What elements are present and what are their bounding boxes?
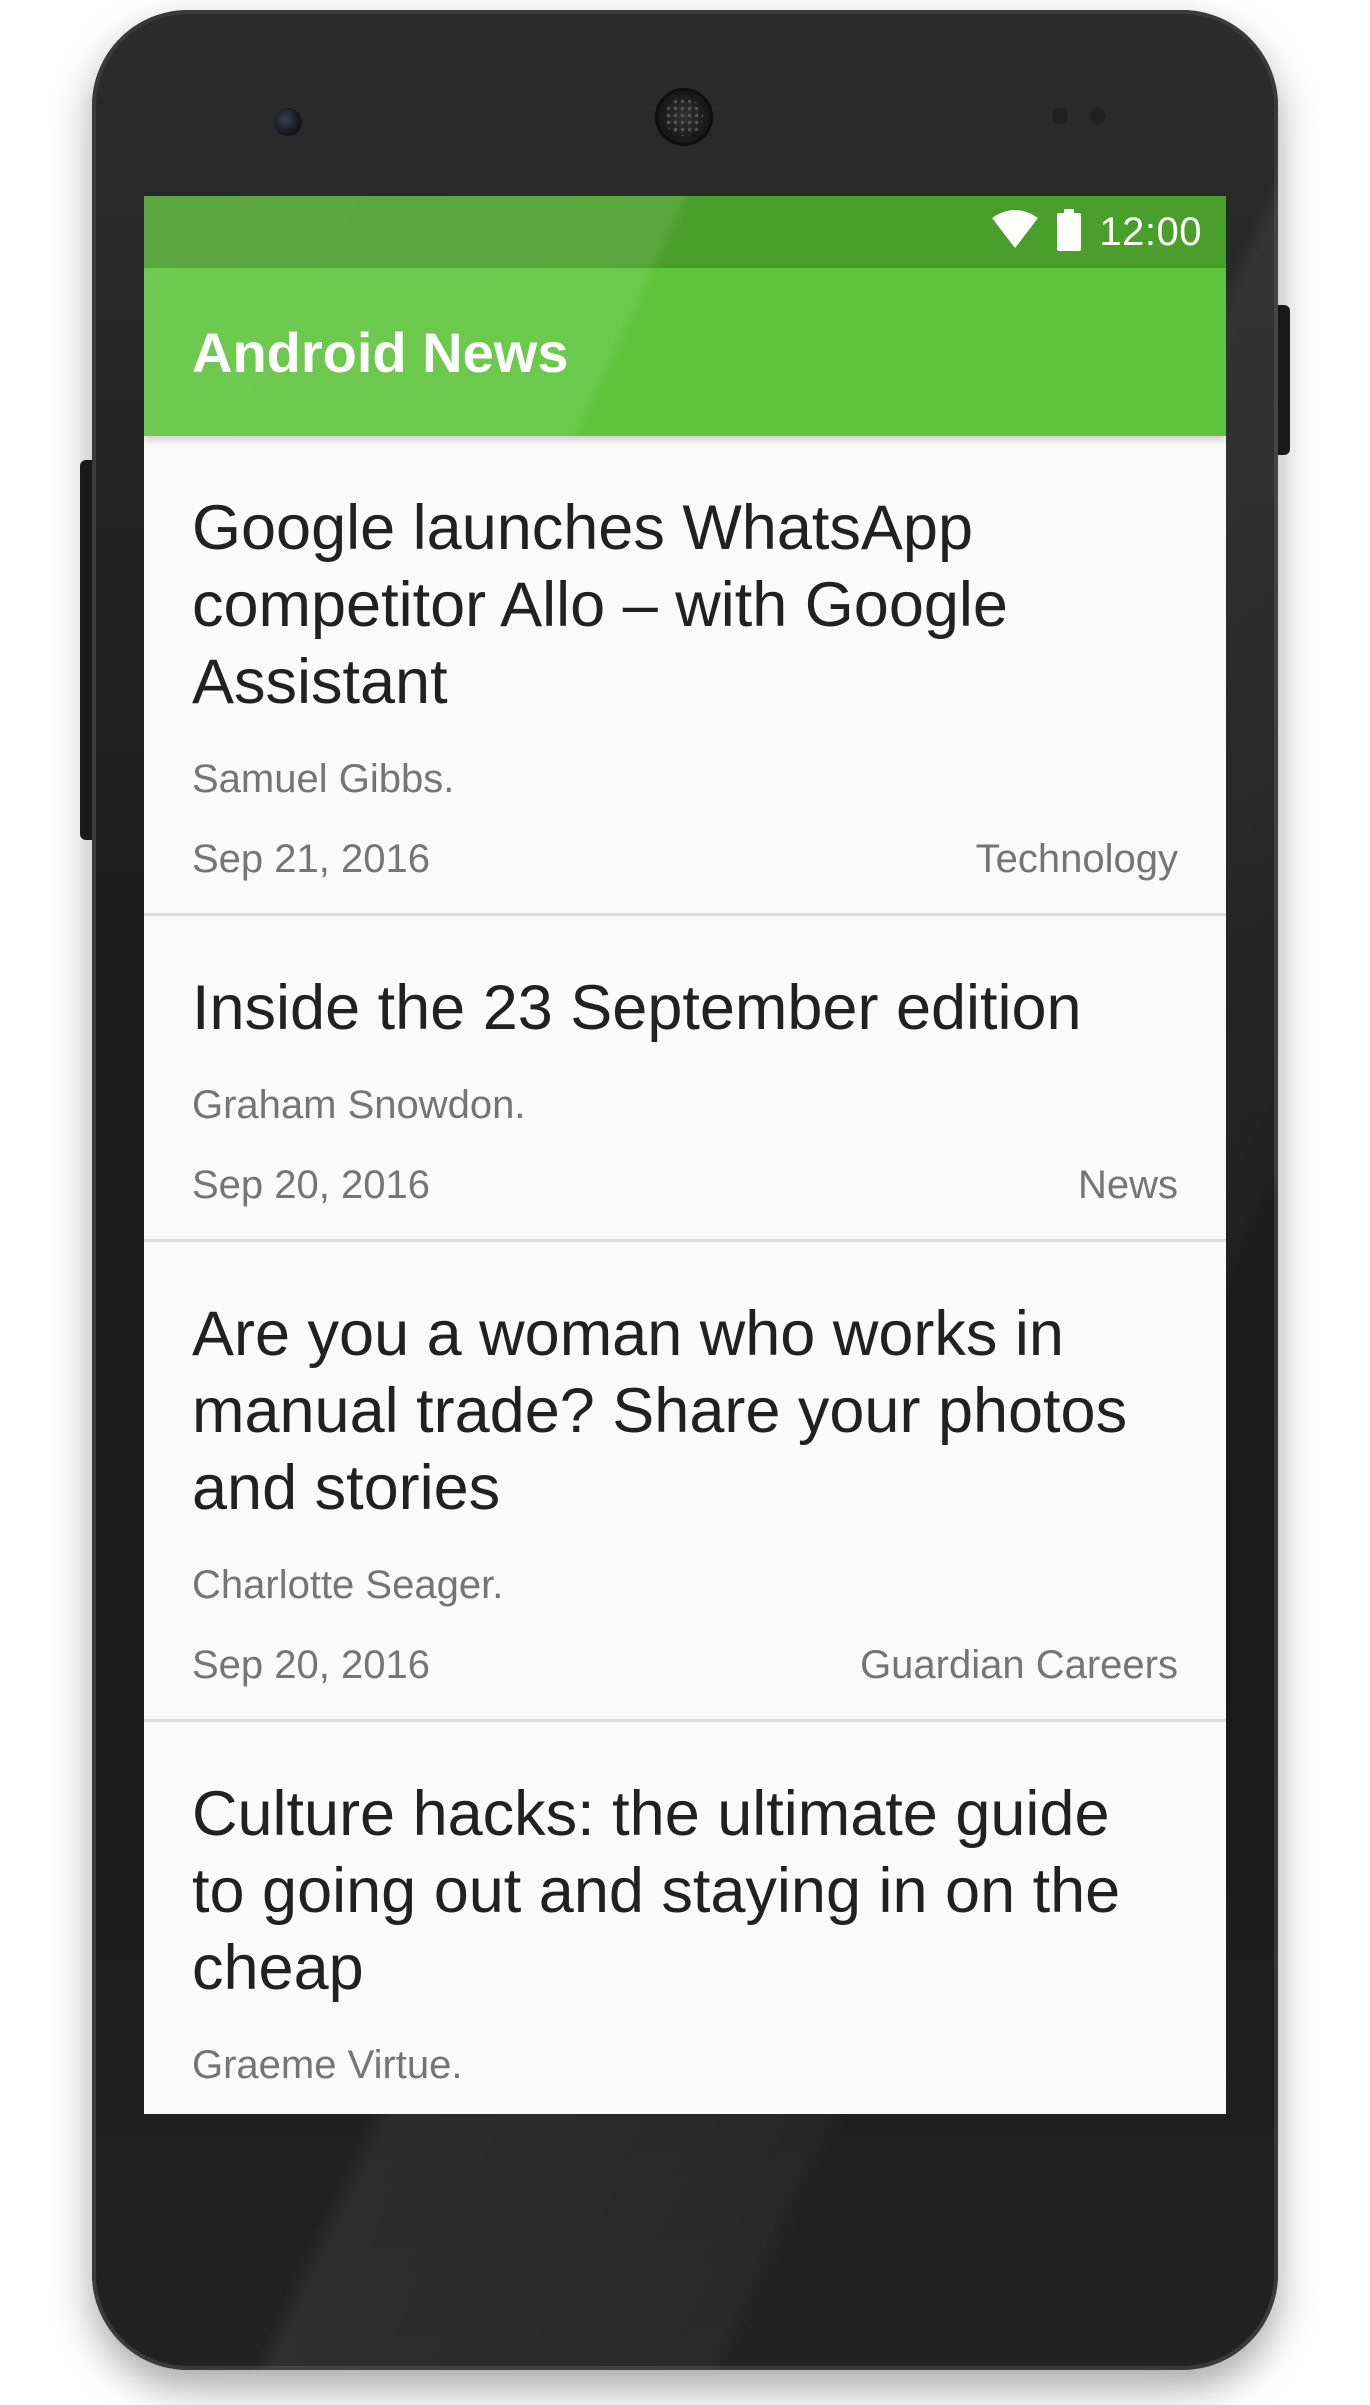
- power-button[interactable]: [1276, 305, 1290, 455]
- news-item[interactable]: Are you a woman who works in manual trad…: [144, 1242, 1226, 1722]
- wifi-icon: [991, 209, 1039, 255]
- proximity-sensor: [1052, 108, 1068, 124]
- article-author: Samuel Gibbs.: [192, 757, 455, 801]
- earpiece-speaker: [655, 88, 713, 146]
- article-date: Sep 21, 2016: [192, 837, 430, 881]
- news-item[interactable]: Google launches WhatsApp competitor Allo…: [144, 436, 1226, 916]
- article-title: Google launches WhatsApp competitor Allo…: [192, 493, 1008, 717]
- article-date: Sep 20, 2016: [192, 1163, 430, 1207]
- article-meta: Sep 20, 2016 News: [192, 1161, 1178, 1239]
- article-meta: Sep 20, 2016 Guardian Careers: [192, 1641, 1178, 1719]
- news-item[interactable]: Culture hacks: the ultimate guide to goi…: [144, 1722, 1226, 2089]
- app-bar: Android News: [144, 268, 1226, 436]
- news-item[interactable]: Inside the 23 September edition Graham S…: [144, 916, 1226, 1242]
- article-section: News: [1077, 1163, 1178, 1207]
- light-sensor: [1090, 108, 1106, 124]
- status-bar: 12:00: [144, 196, 1226, 268]
- article-title: Culture hacks: the ultimate guide to goi…: [192, 1779, 1121, 2003]
- status-time: 12:00: [1099, 209, 1202, 254]
- article-title: Inside the 23 September edition: [192, 973, 1082, 1043]
- article-author: Graeme Virtue.: [192, 2043, 463, 2087]
- news-list: Google launches WhatsApp competitor Allo…: [144, 436, 1226, 2089]
- battery-icon: [1057, 208, 1082, 256]
- article-section: Technology: [975, 837, 1178, 881]
- article-date: Sep 20, 2016: [192, 1643, 430, 1687]
- article-title: Are you a woman who works in manual trad…: [192, 1299, 1128, 1523]
- device-frame: 12:00 Android News Google launches Whats…: [0, 0, 1370, 2405]
- app-title: Android News: [192, 320, 569, 384]
- screen: 12:00 Android News Google launches Whats…: [144, 196, 1226, 2114]
- article-meta: Sep 21, 2016 Technology: [192, 835, 1178, 913]
- article-author: Graham Snowdon.: [192, 1083, 526, 1127]
- article-author: Charlotte Seager.: [192, 1563, 504, 1607]
- front-camera: [274, 108, 302, 136]
- article-section: Guardian Careers: [860, 1643, 1178, 1687]
